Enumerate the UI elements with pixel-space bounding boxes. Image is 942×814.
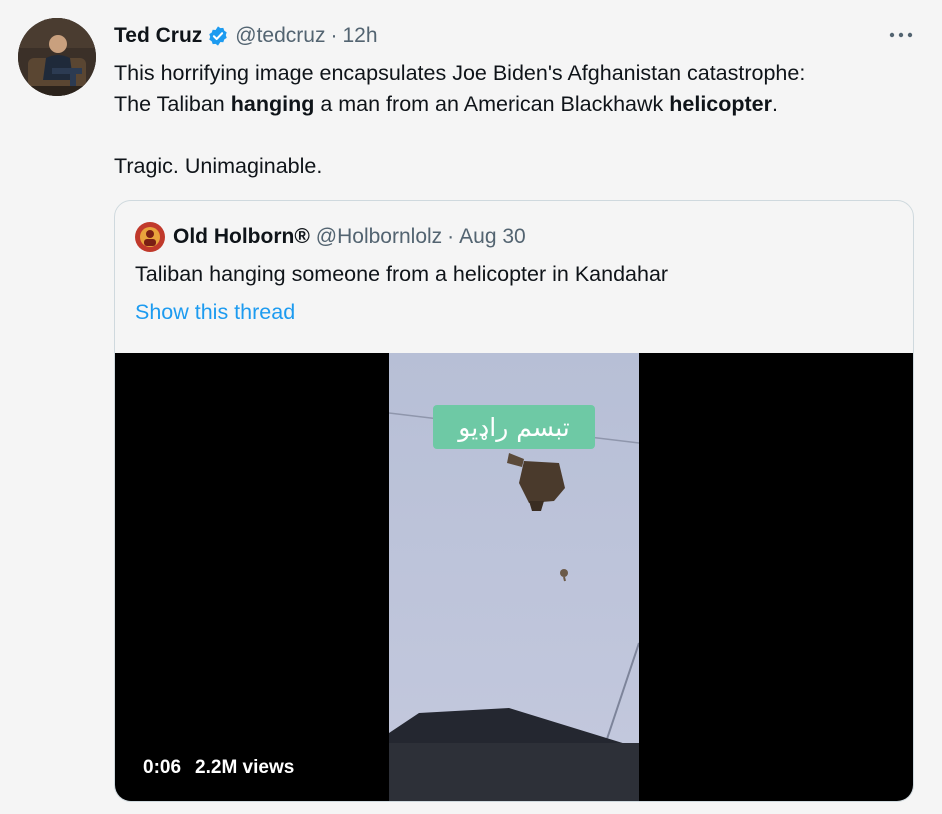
quoted-tweet[interactable]: Old Holborn® @Holbornlolz · Aug 30 Talib… (114, 200, 914, 802)
tweet-timestamp[interactable]: 12h (342, 24, 377, 48)
more-options-icon[interactable] (884, 22, 918, 48)
verified-badge-icon (207, 25, 229, 47)
text-segment: The Taliban (114, 92, 231, 116)
video-duration: 0:06 (143, 757, 182, 778)
text-segment: . (772, 92, 778, 116)
tweet-text-line-2: The Taliban hanging a man from an Americ… (114, 89, 914, 120)
quoted-author-avatar[interactable] (135, 222, 165, 252)
tweet-text-line-1: This horrifying image encapsulates Joe B… (114, 61, 806, 85)
video-views: 2.2M views (195, 757, 295, 778)
bold-word-helicopter: helicopter (669, 92, 773, 116)
video-player[interactable]: تبسم راډیو 0:06 2.2M views (115, 353, 913, 801)
quoted-author-name[interactable]: Old Holborn® (173, 225, 310, 249)
quoted-author-handle[interactable]: @Holbornlolz (316, 225, 442, 249)
author-name[interactable]: Ted Cruz (114, 24, 202, 48)
text-segment: a man from an American Blackhawk (314, 92, 670, 116)
tweet-header: Ted Cruz @tedcruz · 12h (114, 20, 378, 52)
author-handle[interactable]: @tedcruz (235, 24, 325, 48)
quoted-tweet-header: Old Holborn® @Holbornlolz · Aug 30 (135, 221, 526, 253)
avatar-image (18, 18, 96, 96)
video-frame: تبسم راډیو (388, 353, 640, 801)
quoted-tweet-timestamp[interactable]: Aug 30 (459, 225, 526, 249)
header-separator: · (330, 24, 338, 47)
author-avatar[interactable] (18, 18, 96, 96)
quoted-header-separator: · (447, 225, 455, 248)
show-thread-link[interactable]: Show this thread (135, 297, 295, 328)
video-info: 0:06 2.2M views (143, 757, 294, 779)
tweet-text: This horrifying image encapsulates Joe B… (114, 58, 914, 182)
bold-word-hanging: hanging (230, 92, 315, 116)
tweet-text-line-3: Tragic. Unimaginable. (114, 154, 323, 178)
video-overlay-caption: تبسم راډیو (433, 405, 595, 449)
tweet: Ted Cruz @tedcruz · 12h This horrifying … (0, 0, 942, 814)
quoted-tweet-text: Taliban hanging someone from a helicopte… (135, 262, 669, 286)
